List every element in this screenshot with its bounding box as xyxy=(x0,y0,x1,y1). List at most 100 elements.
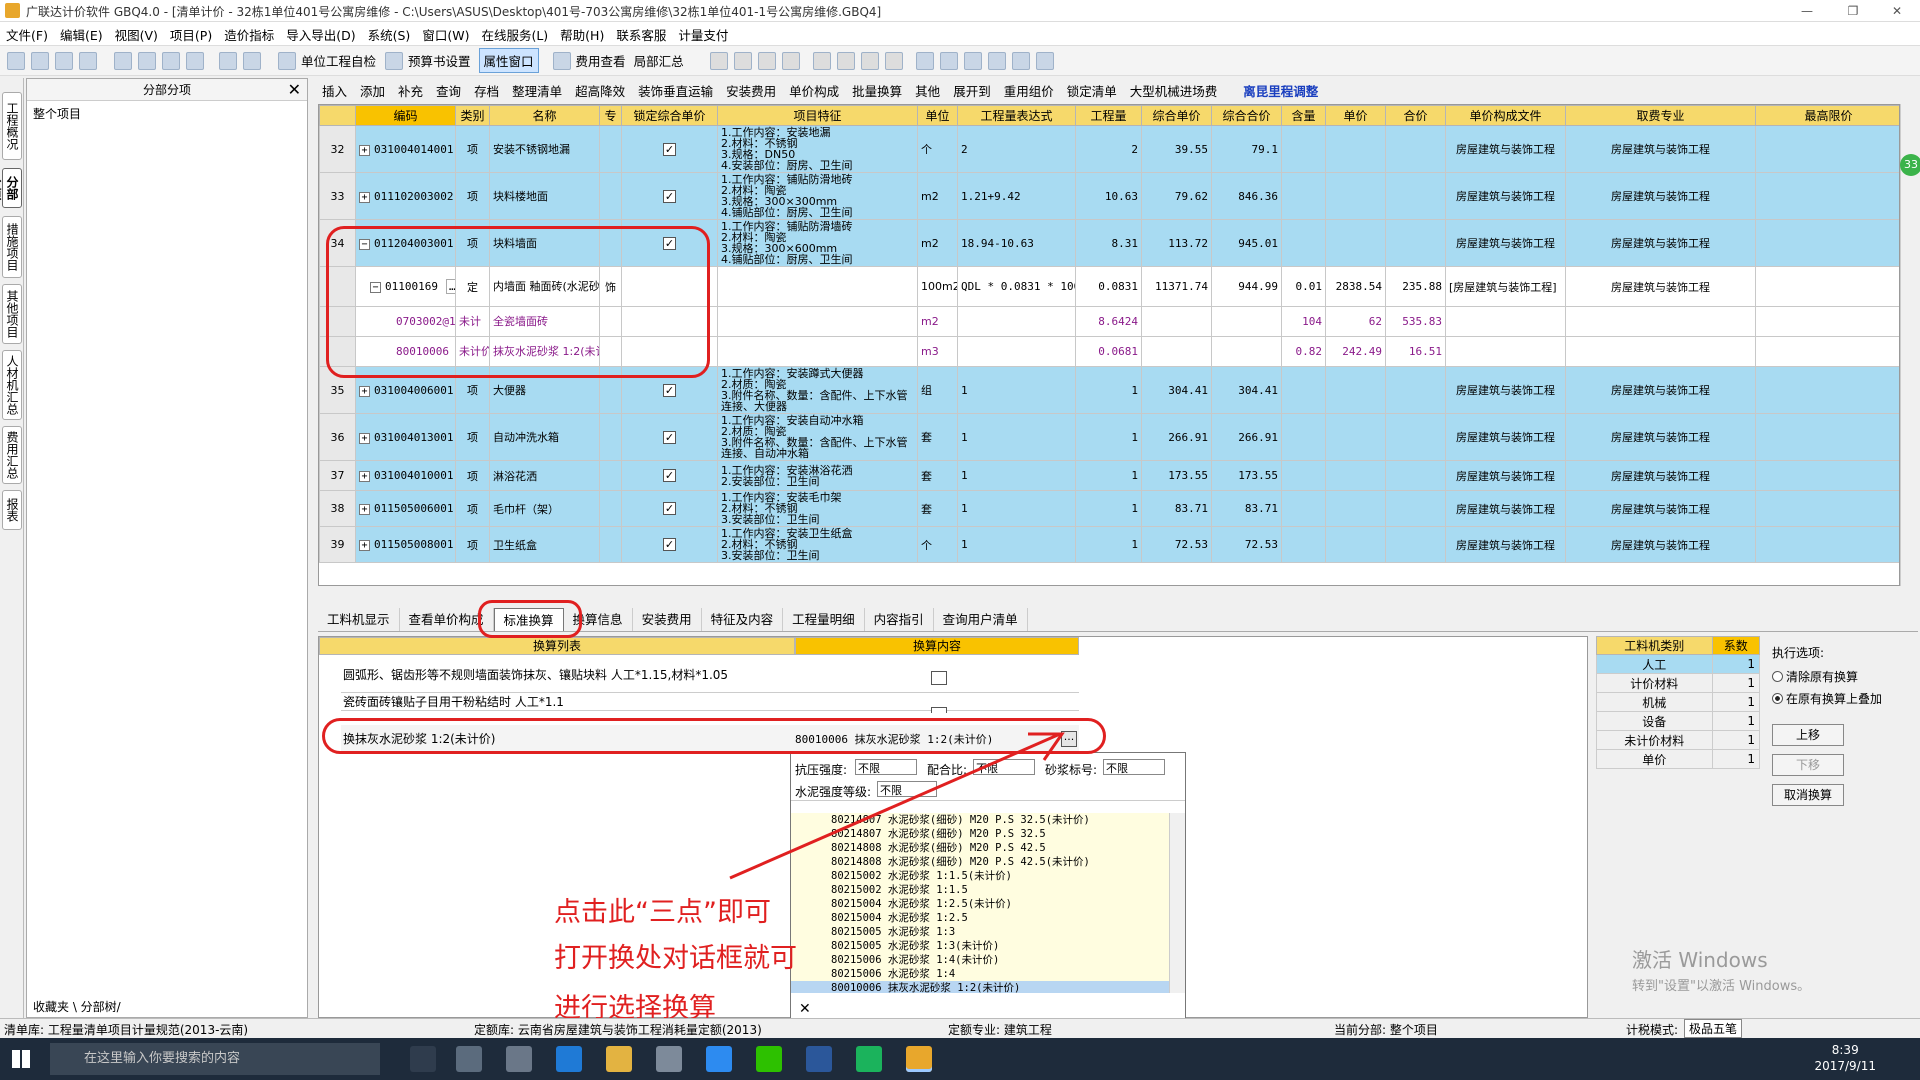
expand-icon[interactable]: + xyxy=(359,385,370,397)
qty-cell[interactable]: 1 xyxy=(1075,460,1142,491)
lock-checkbox[interactable]: ✓ xyxy=(663,502,676,515)
spec-cell[interactable] xyxy=(599,526,622,563)
spec-cell[interactable] xyxy=(599,125,622,173)
ime-indicator[interactable]: 极品五笔 xyxy=(1684,1019,1743,1038)
lock-checkbox[interactable]: ✓ xyxy=(663,142,676,156)
menu-item[interactable]: 造价指标 xyxy=(224,25,274,44)
total-cell[interactable]: 304.41 xyxy=(1211,366,1282,414)
lock-icon[interactable] xyxy=(939,51,958,70)
conversion-row[interactable]: 圆弧形、锯齿形等不规则墙面装饰抹灰、镶贴块料 人工*1.15,材料*1.05 xyxy=(341,657,1079,693)
app-fan-icon[interactable] xyxy=(456,1046,482,1072)
qty-cell[interactable]: 0.0681 xyxy=(1075,336,1142,367)
price-cell[interactable]: 79.62 xyxy=(1141,172,1212,220)
expr-cell[interactable]: QDL * 0.0831 * 100 / 8.31 xyxy=(957,266,1076,307)
mortar-list-item[interactable]: 80215006 水泥砂浆 1:4(未计价) xyxy=(791,953,1169,967)
uprice-cell[interactable] xyxy=(1325,219,1386,267)
file-cell[interactable]: 房屋建筑与装饰工程 xyxy=(1445,125,1566,173)
lock-cell[interactable]: ✓ xyxy=(621,526,718,563)
mortar-list-item[interactable]: 80215004 水泥砂浆 1:2.5 xyxy=(791,911,1169,925)
toolbar-item[interactable]: 存档 xyxy=(474,84,499,99)
name-cell[interactable]: 自动冲洗水箱 xyxy=(489,413,600,461)
code-cell[interactable]: +031004010001 xyxy=(355,460,456,491)
expr-cell[interactable]: 1 xyxy=(957,413,1076,461)
lock-cell[interactable]: ✓ xyxy=(621,172,718,220)
vertical-tab[interactable]: 工程概况 xyxy=(2,92,22,160)
type-cell[interactable]: 项 xyxy=(455,125,490,173)
cut-icon[interactable] xyxy=(114,51,132,70)
list-icon[interactable] xyxy=(1035,51,1054,70)
bill-row[interactable]: 38 +011505006001 项毛巾杆（架） ✓ 1.工作内容：安装毛巾架 2.材料… xyxy=(319,490,1899,527)
utotal-cell[interactable] xyxy=(1385,490,1446,527)
first-icon[interactable] xyxy=(709,51,728,70)
utotal-cell[interactable] xyxy=(1385,460,1446,491)
toolbar-item[interactable]: 查询 xyxy=(436,84,461,99)
unit-cell[interactable]: 100m2 xyxy=(917,266,958,307)
content-cell[interactable] xyxy=(1281,366,1326,414)
lock-cell[interactable]: ✓ xyxy=(621,490,718,527)
menu-item[interactable]: 窗口(W) xyxy=(422,25,469,44)
grid-column-header[interactable]: 工程量表达式 xyxy=(957,105,1076,126)
coef-row[interactable]: 计价材料 1 xyxy=(1596,673,1761,693)
grid-column-header[interactable]: 含量 xyxy=(1281,105,1326,126)
qty-cell[interactable]: 10.63 xyxy=(1075,172,1142,220)
file-cell[interactable]: 房屋建筑与装饰工程 xyxy=(1445,172,1566,220)
toolbar-item[interactable]: 批量换算 xyxy=(852,84,902,99)
clock[interactable]: 8:39 2017/9/11 xyxy=(1814,1042,1876,1074)
type-cell[interactable]: 项 xyxy=(455,526,490,563)
lock-cell[interactable]: ✓ xyxy=(621,460,718,491)
menu-item[interactable]: 导入导出(D) xyxy=(286,25,355,44)
toolbar-item[interactable]: 展开到 xyxy=(953,84,991,99)
qty-cell[interactable]: 8.31 xyxy=(1075,219,1142,267)
file-cell[interactable] xyxy=(1445,306,1566,337)
edge-icon[interactable] xyxy=(556,1046,582,1072)
total-cell[interactable]: 72.53 xyxy=(1211,526,1282,563)
bottom-tab[interactable]: 工程量明细 xyxy=(783,608,865,631)
prof-cell[interactable]: 房屋建筑与装饰工程 xyxy=(1565,526,1756,563)
grid-vertical-scrollbar[interactable] xyxy=(1900,104,1917,586)
max-price-cell[interactable] xyxy=(1755,336,1899,367)
expand-icon[interactable]: + xyxy=(359,540,370,551)
content-cell[interactable] xyxy=(1281,172,1326,220)
mortar-list-item[interactable]: 80215006 水泥砂浆 1:4 xyxy=(791,967,1169,981)
bottom-tab[interactable]: 查询用户清单 xyxy=(934,608,1028,631)
price-cell[interactable]: 83.71 xyxy=(1141,490,1212,527)
unit-cell[interactable]: 套 xyxy=(917,490,958,527)
grid-column-header[interactable]: 专 xyxy=(599,105,622,126)
file-cell[interactable]: 房屋建筑与装饰工程 xyxy=(1445,526,1566,563)
toolbar-item[interactable]: 添加 xyxy=(360,84,385,99)
total-cell[interactable]: 79.1 xyxy=(1211,125,1282,173)
toolbar-item[interactable]: 超高降效 xyxy=(575,84,625,99)
mortar-list-item[interactable]: 80215005 水泥砂浆 1:3 xyxy=(791,925,1169,939)
utotal-cell[interactable] xyxy=(1385,125,1446,173)
list-scrollbar[interactable] xyxy=(1169,813,1185,993)
row-number[interactable]: 32 xyxy=(319,125,356,173)
max-price-cell[interactable] xyxy=(1755,306,1899,337)
grid-column-header[interactable]: 项目特征 xyxy=(717,105,918,126)
coef-value[interactable]: 1 xyxy=(1711,692,1761,712)
max-price-cell[interactable] xyxy=(1755,219,1899,267)
spec-cell[interactable] xyxy=(599,172,622,220)
utotal-cell[interactable]: 16.51 xyxy=(1385,336,1446,367)
prof-cell[interactable]: 房屋建筑与装饰工程 xyxy=(1565,125,1756,173)
menu-item[interactable]: 文件(F) xyxy=(6,25,48,44)
spec-cell[interactable] xyxy=(599,460,622,491)
content-cell[interactable]: 0.82 xyxy=(1281,336,1326,367)
task-view-icon[interactable] xyxy=(410,1046,436,1072)
code-cell[interactable]: +011102003002 xyxy=(355,172,456,220)
uprice-cell[interactable] xyxy=(1325,172,1386,220)
toolbar-item[interactable]: 装饰垂直运输 xyxy=(638,84,713,99)
expr-cell[interactable]: 1 xyxy=(957,490,1076,527)
max-price-cell[interactable] xyxy=(1755,413,1899,461)
expr-cell[interactable]: 18.94-10.63 xyxy=(957,219,1076,267)
chart-icon[interactable] xyxy=(1011,51,1030,70)
move-down-button[interactable]: 下移 xyxy=(1772,754,1844,776)
expr-cell[interactable]: 2 xyxy=(957,125,1076,173)
conversion-checkbox[interactable] xyxy=(931,707,947,713)
menu-item[interactable]: 计量支付 xyxy=(678,25,728,44)
grid-column-header[interactable]: 工程量 xyxy=(1075,105,1142,126)
grid-column-header[interactable]: 锁定综合单价 xyxy=(621,105,718,126)
coef-row[interactable]: 机械 1 xyxy=(1596,692,1761,712)
row-number[interactable]: 39 xyxy=(319,526,356,563)
pane-bottom-tabs[interactable]: 收藏夹 \ 分部树/ xyxy=(33,998,121,1015)
vertical-tab[interactable]: 其他项目 xyxy=(2,284,22,344)
